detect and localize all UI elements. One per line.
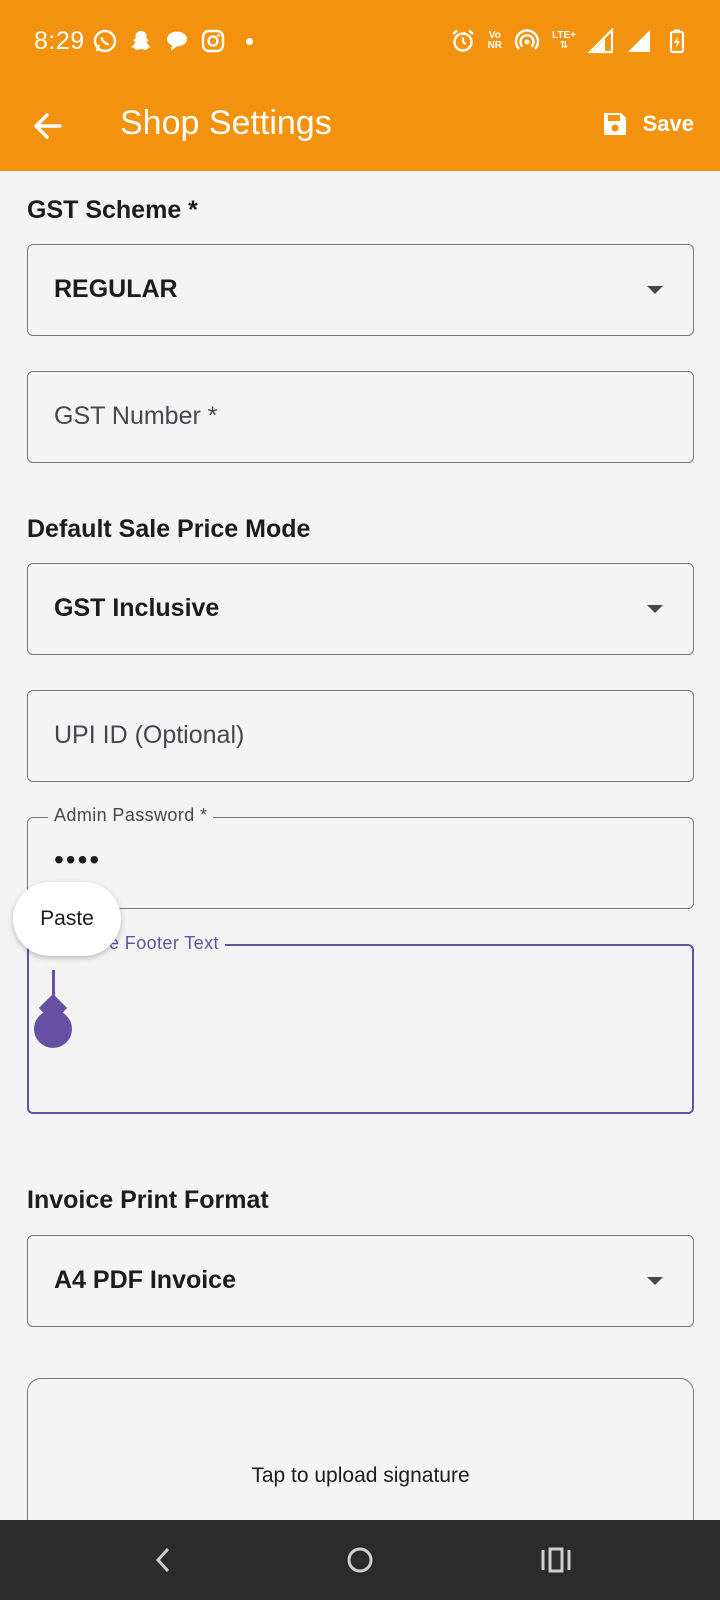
dropdown-arrow-icon <box>647 605 663 613</box>
snapchat-icon <box>131 31 151 50</box>
battery-charging-icon <box>669 29 685 54</box>
nav-recents-icon[interactable] <box>538 1542 574 1578</box>
sale-price-mode-value: GST Inclusive <box>54 594 220 622</box>
back-arrow-icon[interactable] <box>28 106 68 146</box>
paste-button[interactable]: Paste <box>13 882 121 956</box>
page-title: Shop Settings <box>120 104 332 142</box>
gst-number-placeholder: GST Number * <box>54 402 218 430</box>
instagram-icon <box>201 29 225 53</box>
save-icon <box>603 113 626 135</box>
cursor-handle[interactable] <box>34 1010 72 1048</box>
app-bar: Shop Settings Save <box>0 84 720 171</box>
signal-icon <box>588 28 614 54</box>
gst-scheme-dropdown[interactable]: REGULAR <box>27 244 694 336</box>
gst-number-field[interactable]: GST Number * <box>27 371 694 463</box>
dropdown-arrow-icon <box>647 286 663 294</box>
whatsapp-icon <box>93 29 117 53</box>
print-format-label: Invoice Print Format <box>27 1186 269 1214</box>
dropdown-arrow-icon <box>647 1277 663 1285</box>
admin-password-label: Admin Password * <box>48 805 214 826</box>
upi-id-field[interactable]: UPI ID (Optional) <box>27 690 694 782</box>
save-label: Save <box>642 111 694 136</box>
alarm-icon <box>451 29 474 52</box>
invoice-footer-field[interactable]: e Footer Text <box>27 933 694 1114</box>
notification-dot-icon <box>246 37 253 45</box>
upi-id-placeholder: UPI ID (Optional) <box>54 721 245 749</box>
admin-password-value: •••• <box>54 844 102 875</box>
notification-icons <box>92 28 253 54</box>
gst-scheme-value: REGULAR <box>54 275 178 303</box>
hotspot-icon <box>514 29 540 50</box>
print-format-value: A4 PDF Invoice <box>54 1266 236 1294</box>
navigation-bar <box>0 1520 720 1600</box>
signature-upload-text: Tap to upload signature <box>251 1464 470 1487</box>
nav-home-icon[interactable] <box>342 1542 378 1578</box>
print-format-dropdown[interactable]: A4 PDF Invoice <box>27 1235 694 1327</box>
sale-price-mode-label: Default Sale Price Mode <box>27 515 311 543</box>
status-time: 8:29 <box>34 27 85 55</box>
invoice-footer-label: e Footer Text <box>103 933 225 954</box>
vonr-icon: Vo NR <box>487 30 503 51</box>
chat-bubble-icon <box>167 31 187 51</box>
gst-scheme-label: GST Scheme * <box>27 196 198 224</box>
lte-plus-icon: LTE+ ⇅ <box>552 30 576 51</box>
admin-password-field[interactable]: Admin Password * •••• <box>27 805 694 909</box>
sale-price-mode-dropdown[interactable]: GST Inclusive <box>27 563 694 655</box>
signal-icon <box>628 30 650 52</box>
system-icons: Vo NR LTE+ ⇅ <box>450 28 690 54</box>
save-button[interactable]: Save <box>601 110 694 138</box>
nav-back-icon[interactable] <box>146 1542 182 1578</box>
status-bar: 8:29 Vo NR LTE+ ⇅ <box>0 0 720 84</box>
